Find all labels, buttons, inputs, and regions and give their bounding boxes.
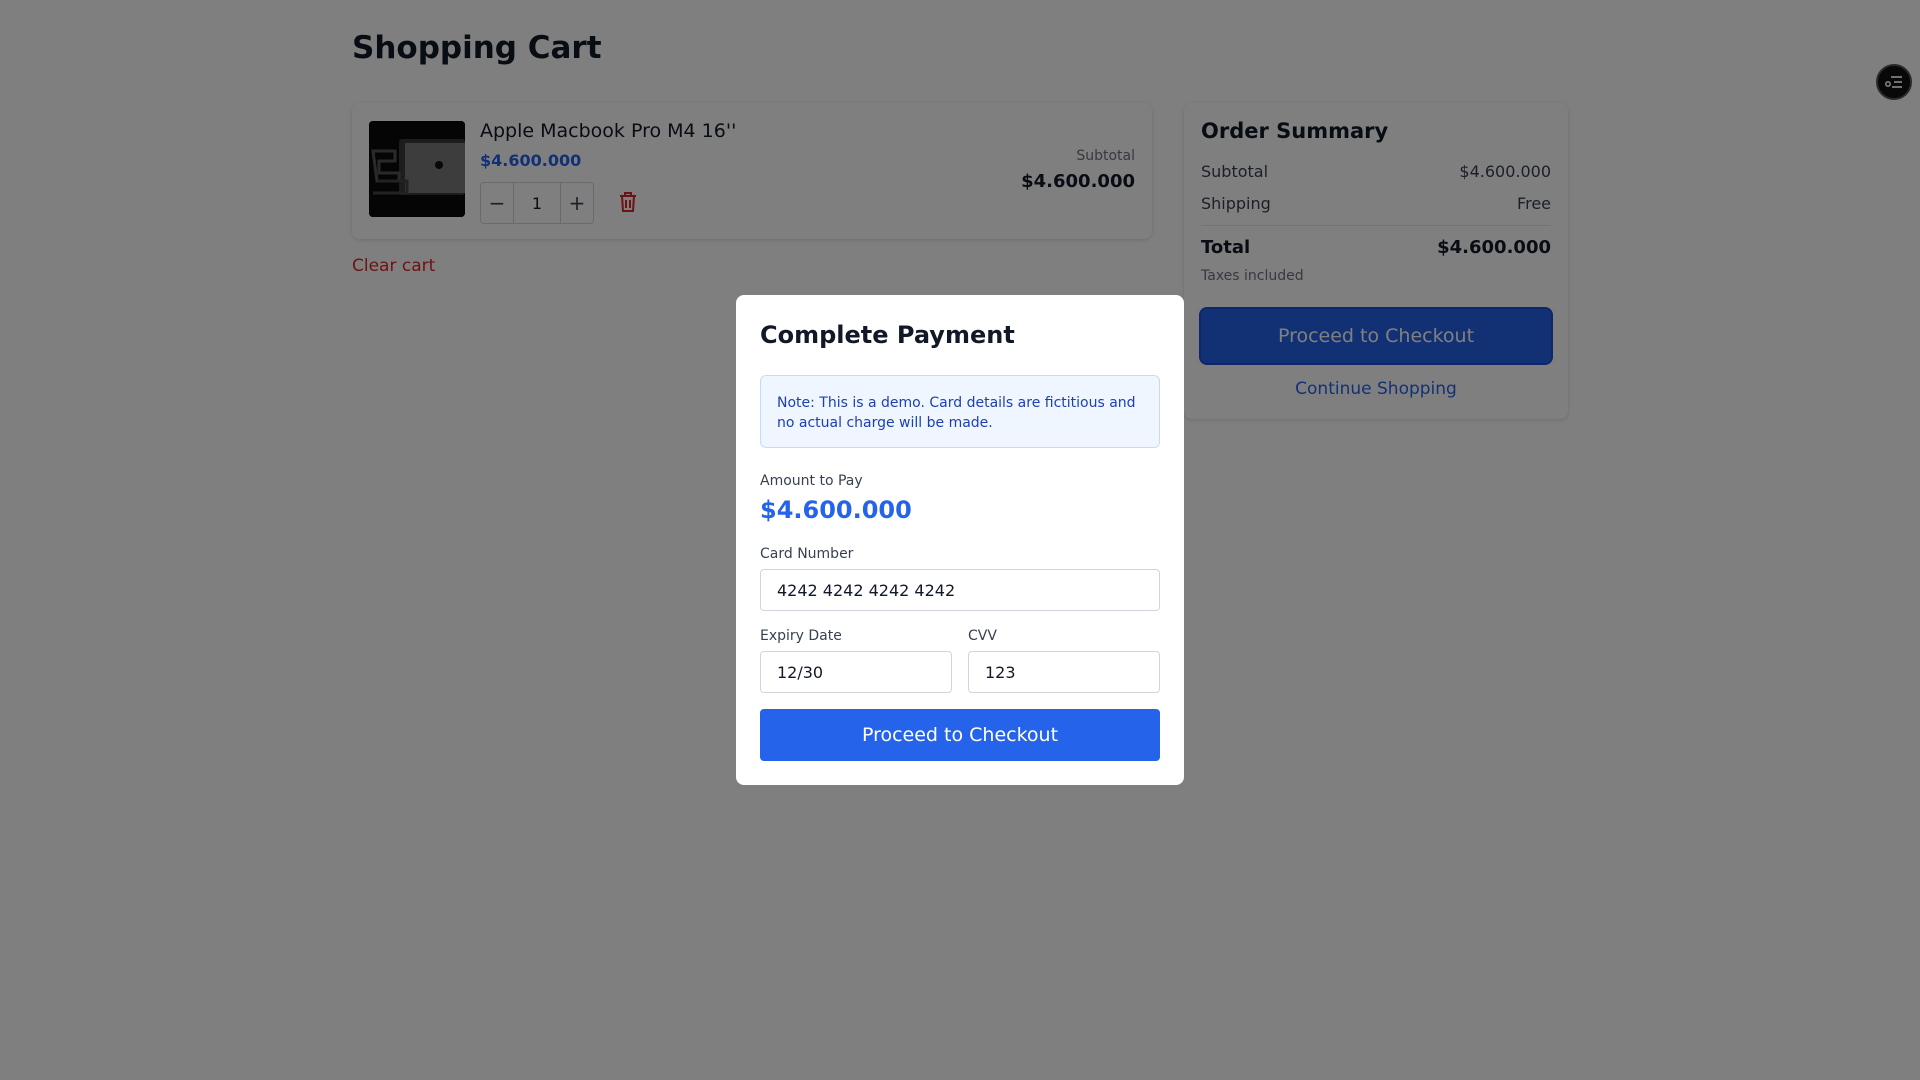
- modal-proceed-to-checkout-button[interactable]: Proceed to Checkout: [760, 709, 1160, 761]
- amount-label: Amount to Pay: [760, 473, 863, 489]
- card-number-label: Card Number: [760, 546, 854, 562]
- modal-title: Complete Payment: [760, 321, 1015, 349]
- amount-value: $4.600.000: [760, 496, 912, 524]
- expiry-date-label: Expiry Date: [760, 628, 842, 644]
- cvv-input[interactable]: 123: [968, 651, 1160, 693]
- payment-modal: Complete Payment Note: This is a demo. C…: [736, 295, 1184, 785]
- card-number-input[interactable]: 4242 4242 4242 4242: [760, 569, 1160, 611]
- expiry-date-input[interactable]: 12/30: [760, 651, 952, 693]
- cvv-label: CVV: [968, 628, 997, 644]
- demo-note: Note: This is a demo. Card details are f…: [760, 375, 1160, 448]
